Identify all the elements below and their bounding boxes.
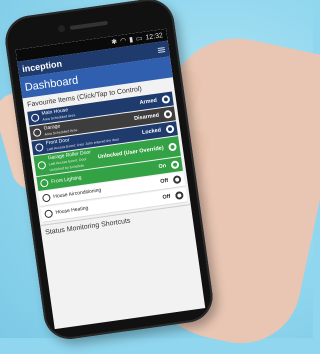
gear-icon[interactable] xyxy=(165,124,175,134)
bluetooth-icon: ✱ xyxy=(110,38,118,47)
item-state: Unlocked (User Override) xyxy=(97,145,165,161)
item-state: Locked xyxy=(141,127,162,137)
circle-icon xyxy=(41,193,51,203)
item-state: Off xyxy=(162,193,171,201)
earpiece-speaker xyxy=(69,20,108,31)
front-camera xyxy=(57,24,66,33)
item-state: Armed xyxy=(139,97,158,107)
item-state: Disarmed xyxy=(133,112,160,122)
lock-icon xyxy=(34,142,44,153)
gear-icon[interactable] xyxy=(174,190,184,200)
gear-icon[interactable] xyxy=(161,94,171,104)
status-time: 12:32 xyxy=(145,31,164,42)
circle-icon xyxy=(32,128,42,138)
battery-icon: ▭ xyxy=(135,35,144,43)
item-state: Off xyxy=(159,177,169,185)
check-icon xyxy=(39,178,49,188)
unlock-icon xyxy=(37,160,47,170)
circle-icon xyxy=(44,209,54,219)
phone-screen: ✱ ◠ ▮ ▭ 12:32 inception Dashboard Favour… xyxy=(15,28,206,330)
gear-icon[interactable] xyxy=(170,160,180,170)
gear-icon[interactable] xyxy=(172,175,182,185)
shield-icon xyxy=(30,113,40,123)
signal-icon: ▮ xyxy=(128,36,134,44)
gear-icon[interactable] xyxy=(168,142,178,152)
item-state: On xyxy=(158,163,167,171)
wifi-icon: ◠ xyxy=(119,37,127,46)
menu-icon[interactable] xyxy=(157,46,166,53)
gear-icon[interactable] xyxy=(163,109,173,119)
